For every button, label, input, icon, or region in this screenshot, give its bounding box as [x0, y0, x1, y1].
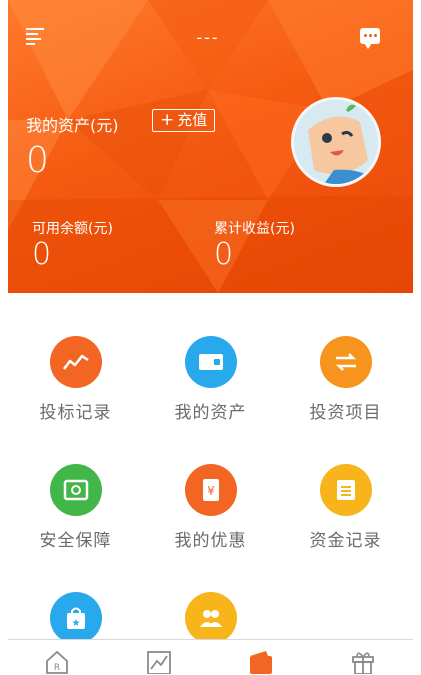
- grid-item-label: 我的资产: [174, 403, 247, 423]
- svg-text:★: ★: [71, 618, 80, 629]
- tab-home[interactable]: R: [44, 648, 70, 674]
- grid-item-label: 我的优惠: [174, 531, 247, 551]
- bottom-tab-bar: R: [8, 639, 413, 675]
- avatar[interactable]: [291, 97, 381, 187]
- ledger-icon: [319, 464, 372, 516]
- app-frame: --- 我的资产(元) + 充值 0 可用余额(元) 0 累计收益(元) 0 投…: [8, 0, 413, 675]
- avatar-cartoon-icon: [294, 100, 378, 184]
- svg-text:R: R: [54, 663, 60, 673]
- exchange-arrows-icon: [319, 336, 372, 388]
- cumulative-earnings-label: 累计收益(元): [214, 221, 295, 237]
- wallet-icon: [184, 336, 237, 388]
- users-icon: [184, 592, 237, 644]
- grid-item-bid-records[interactable]: 投标记录: [8, 336, 143, 423]
- tab-more[interactable]: [350, 648, 376, 675]
- grid-item-fund-records[interactable]: 资金记录: [278, 464, 413, 551]
- shopping-bag-icon: ★: [49, 592, 102, 644]
- grid-item-my-offers[interactable]: ¥ 我的优惠: [143, 464, 278, 551]
- cumulative-earnings-value: 0: [214, 237, 234, 272]
- grid-item-friends[interactable]: [143, 592, 278, 644]
- page-title: ---: [196, 28, 220, 47]
- grid-item-label: 资金记录: [309, 531, 382, 551]
- available-balance-label: 可用余额(元): [32, 221, 113, 237]
- feature-grid: 投标记录 我的资产 投资项目 安全保障 ¥ 我的优惠 资金记录 ★: [8, 293, 413, 644]
- home-icon: R: [46, 650, 68, 674]
- account-header: --- 我的资产(元) + 充值 0 可用余额(元) 0 累计收益(元) 0: [8, 0, 413, 293]
- total-assets-value: 0: [26, 140, 49, 181]
- coupon-icon: ¥: [184, 464, 237, 516]
- grid-item-label: 投标记录: [39, 403, 112, 423]
- grid-item-label: 安全保障: [39, 531, 112, 551]
- tab-account[interactable]: [248, 648, 274, 674]
- recharge-label: 充值: [177, 111, 208, 129]
- grid-item-my-assets[interactable]: 我的资产: [143, 336, 278, 423]
- recharge-button[interactable]: + 充值: [152, 109, 216, 132]
- grid-item-security[interactable]: 安全保障: [8, 464, 143, 551]
- safe-icon: [49, 464, 102, 516]
- wallet-tab-icon: [250, 651, 272, 674]
- trend-chart-icon: [49, 336, 102, 388]
- grid-item-label: 投资项目: [309, 403, 382, 423]
- tab-invest[interactable]: [146, 648, 172, 675]
- menu-icon[interactable]: [26, 28, 44, 45]
- grid-item-shop[interactable]: ★: [8, 592, 143, 644]
- message-icon[interactable]: [360, 28, 380, 49]
- svg-text:¥: ¥: [207, 484, 215, 498]
- plus-icon: +: [160, 110, 175, 130]
- grid-item-investment-projects[interactable]: 投资项目: [278, 336, 413, 423]
- gift-icon: [352, 652, 374, 675]
- available-balance-value: 0: [32, 237, 52, 272]
- chart-icon: [147, 651, 171, 675]
- assets-label: 我的资产(元): [26, 116, 119, 135]
